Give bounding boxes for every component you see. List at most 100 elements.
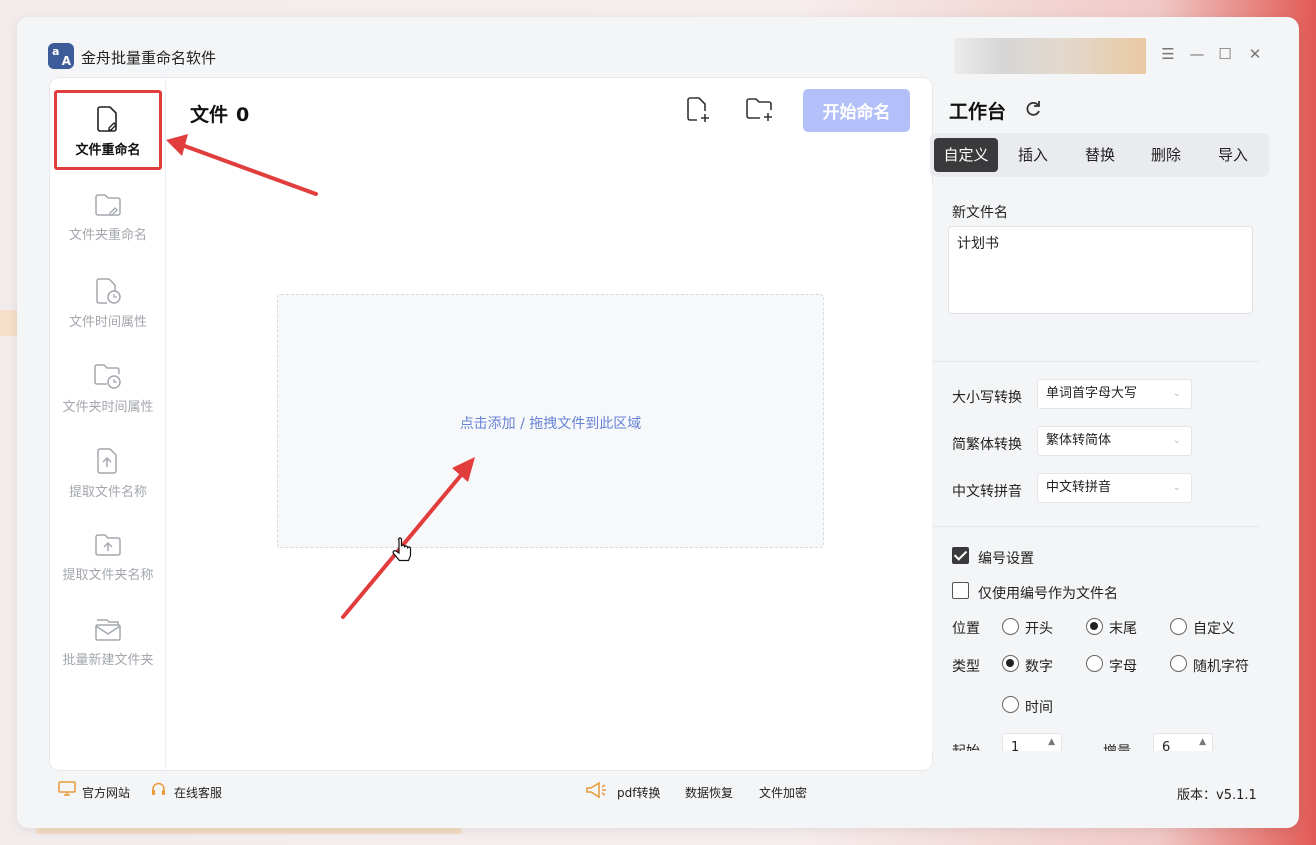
position-radio-custom[interactable] bbox=[1170, 618, 1187, 635]
file-drop-zone[interactable]: 点击添加 / 拖拽文件到此区域 bbox=[277, 294, 824, 548]
sidebar-item-label: 文件夹时间属性 bbox=[62, 400, 154, 415]
type-label: 类型 bbox=[952, 659, 980, 675]
tab-replace[interactable]: 替换 bbox=[1068, 138, 1132, 172]
title-banner[interactable] bbox=[954, 38, 1146, 74]
new-name-label: 新文件名 bbox=[952, 205, 1008, 221]
folder-upload-icon bbox=[95, 534, 121, 556]
online-service-link[interactable]: 在线客服 bbox=[174, 784, 222, 801]
drop-zone-text: 点击添加 / 拖拽文件到此区域 bbox=[459, 416, 642, 432]
case-convert-select[interactable]: 单词首字母大写 ⌄ bbox=[1037, 379, 1192, 409]
background-strip-bottom bbox=[36, 828, 462, 834]
position-radio-start[interactable] bbox=[1002, 618, 1019, 635]
add-file-button[interactable] bbox=[684, 96, 714, 126]
tab-custom[interactable]: 自定义 bbox=[934, 138, 998, 172]
minimize-icon[interactable]: — bbox=[1187, 45, 1207, 63]
type-radio-random[interactable] bbox=[1170, 655, 1187, 672]
data-recovery-link[interactable]: 数据恢复 bbox=[685, 784, 733, 801]
divider bbox=[932, 526, 1259, 527]
sidebar-item-folder-rename[interactable]: 文件夹重命名 bbox=[54, 178, 162, 258]
sidebar-item-extract-file[interactable]: 提取文件名称 bbox=[54, 433, 162, 513]
app-logo-icon: aA bbox=[48, 43, 74, 69]
tab-insert[interactable]: 插入 bbox=[1001, 138, 1065, 172]
position-option-custom: 自定义 bbox=[1193, 621, 1235, 637]
file-encrypt-link[interactable]: 文件加密 bbox=[759, 784, 807, 801]
position-radio-end[interactable] bbox=[1086, 618, 1103, 635]
menu-icon[interactable]: ☰ bbox=[1158, 45, 1178, 63]
file-clock-icon bbox=[96, 278, 121, 304]
files-count-header: 文件 0 bbox=[190, 100, 257, 127]
type-option-number: 数字 bbox=[1025, 659, 1053, 675]
divider bbox=[932, 361, 1259, 362]
type-radio-time[interactable] bbox=[1002, 696, 1019, 713]
chevron-up-icon[interactable]: ▲ bbox=[1048, 728, 1055, 751]
only-number-label: 仅使用编号作为文件名 bbox=[978, 586, 1118, 602]
sidebar-item-folder-time[interactable]: 文件夹时间属性 bbox=[54, 348, 162, 428]
close-icon[interactable]: ✕ bbox=[1245, 45, 1265, 63]
add-folder-button[interactable] bbox=[745, 96, 775, 126]
sidebar-item-file-rename[interactable]: 文件重命名 bbox=[54, 90, 162, 170]
type-option-random: 随机字符 bbox=[1193, 659, 1249, 675]
chevron-up-icon[interactable]: ▲ bbox=[1199, 728, 1206, 751]
type-option-letter: 字母 bbox=[1109, 659, 1137, 675]
start-rename-button[interactable]: 开始命名 bbox=[803, 89, 910, 132]
trad-convert-value: 繁体转简体 bbox=[1046, 433, 1112, 448]
tab-import[interactable]: 导入 bbox=[1201, 138, 1265, 172]
sidebar-item-label: 提取文件名称 bbox=[68, 485, 147, 500]
refresh-icon[interactable] bbox=[1023, 99, 1043, 123]
case-convert-label: 大小写转换 bbox=[952, 390, 1022, 406]
type-option-time: 时间 bbox=[1025, 700, 1053, 716]
only-number-checkbox[interactable] bbox=[952, 582, 969, 599]
trad-convert-label: 简繁体转换 bbox=[952, 437, 1022, 453]
pdf-convert-link[interactable]: pdf转换 bbox=[617, 784, 660, 801]
title-bar: aA 金舟批量重命名软件 ☰ — ☐ ✕ bbox=[17, 17, 1299, 77]
start-number-input[interactable]: 1 ▲ bbox=[1002, 733, 1062, 751]
numbering-checkbox[interactable] bbox=[952, 547, 969, 564]
folder-add-icon bbox=[746, 98, 772, 121]
app-title: 金舟批量重命名软件 bbox=[81, 49, 217, 67]
step-input[interactable]: 6 ▲ bbox=[1153, 733, 1213, 751]
official-site-link[interactable]: 官方网站 bbox=[82, 784, 130, 801]
type-radio-letter[interactable] bbox=[1086, 655, 1103, 672]
settings-panel: 新文件名 计划书 大小写转换 单词首字母大写 ⌄ 简繁体转换 繁体转简体 ⌄ 中文转… bbox=[932, 185, 1269, 751]
sidebar-item-file-time[interactable]: 文件时间属性 bbox=[54, 263, 162, 343]
monitor-icon bbox=[58, 781, 76, 796]
files-count: 0 bbox=[236, 104, 250, 126]
headset-icon bbox=[152, 782, 165, 795]
pinyin-label: 中文转拼音 bbox=[952, 484, 1022, 500]
start-number-label: 起始 bbox=[952, 741, 980, 751]
sidebar-item-extract-folder[interactable]: 提取文件夹名称 bbox=[54, 518, 162, 598]
sidebar-item-label: 提取文件夹名称 bbox=[62, 568, 154, 583]
app-window: aA 金舟批量重命名软件 ☰ — ☐ ✕ 文件重命名 文件夹重命名 文件时间属性 bbox=[17, 17, 1299, 828]
file-upload-icon bbox=[97, 448, 117, 474]
workbench-tabs: 自定义 插入 替换 删除 导入 bbox=[930, 133, 1269, 177]
new-name-input[interactable]: 计划书 bbox=[948, 226, 1253, 314]
footer: 官方网站 在线客服 pdf转换 数据恢复 文件加密 版本：v5.1.1 bbox=[17, 771, 1299, 811]
pinyin-value: 中文转拼音 bbox=[1046, 480, 1112, 495]
maximize-icon[interactable]: ☐ bbox=[1215, 45, 1235, 63]
position-label: 位置 bbox=[952, 621, 980, 637]
step-label: 增量 bbox=[1103, 741, 1131, 751]
files-label: 文件 bbox=[190, 104, 229, 126]
megaphone-icon bbox=[586, 781, 606, 799]
sidebar-item-label: 文件重命名 bbox=[75, 143, 141, 158]
file-edit-icon bbox=[97, 106, 117, 132]
version-label: 版本：v5.1.1 bbox=[1177, 788, 1257, 803]
chevron-down-icon: ⌄ bbox=[1172, 435, 1181, 446]
position-option-end: 末尾 bbox=[1109, 621, 1137, 637]
sidebar-item-label: 文件时间属性 bbox=[68, 315, 147, 330]
folder-mail-icon bbox=[95, 619, 121, 641]
file-add-icon bbox=[687, 97, 709, 122]
tab-delete[interactable]: 删除 bbox=[1134, 138, 1198, 172]
position-option-start: 开头 bbox=[1025, 621, 1053, 637]
workbench-title: 工作台 bbox=[949, 101, 1007, 123]
main-panel: 文件重命名 文件夹重命名 文件时间属性 文件夹时间属性 提取文件名称 提取文件夹… bbox=[49, 77, 933, 771]
type-radio-number[interactable] bbox=[1002, 655, 1019, 672]
chevron-down-icon: ⌄ bbox=[1172, 388, 1181, 399]
sidebar-item-batch-folder[interactable]: 批量新建文件夹 bbox=[54, 603, 162, 683]
folder-edit-icon bbox=[95, 194, 121, 216]
sidebar-item-label: 文件夹重命名 bbox=[68, 228, 147, 243]
trad-convert-select[interactable]: 繁体转简体 ⌄ bbox=[1037, 426, 1192, 456]
start-number-value: 1 bbox=[1011, 740, 1020, 751]
sidebar: 文件重命名 文件夹重命名 文件时间属性 文件夹时间属性 提取文件名称 提取文件夹… bbox=[50, 78, 166, 770]
pinyin-select[interactable]: 中文转拼音 ⌄ bbox=[1037, 473, 1192, 503]
